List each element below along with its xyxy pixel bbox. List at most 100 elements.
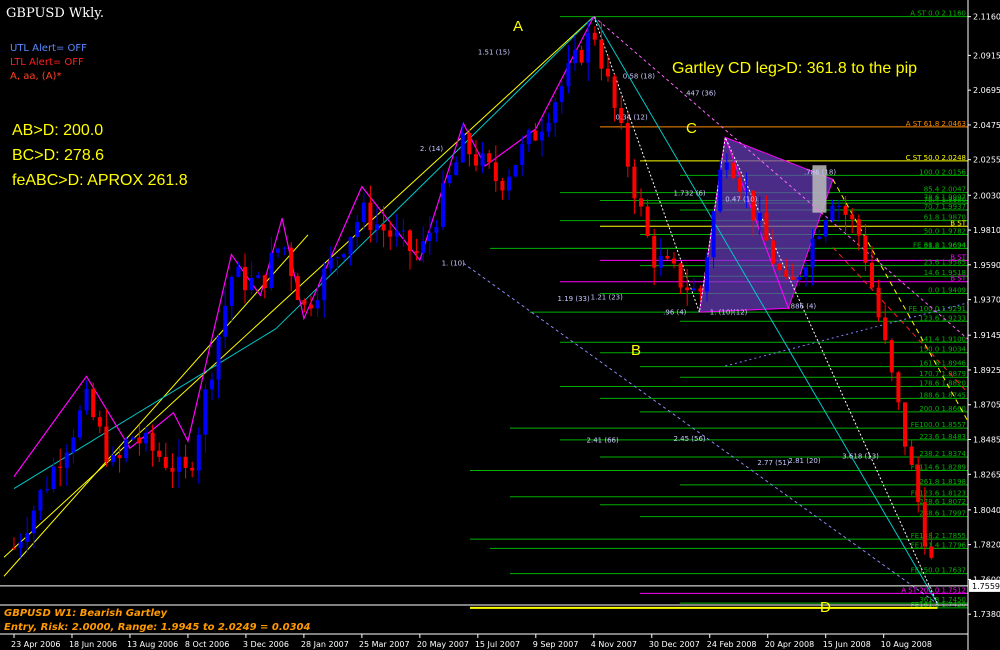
candle-body — [328, 258, 333, 269]
candle-body — [658, 255, 663, 268]
candle-body — [51, 466, 56, 490]
candle-body — [58, 466, 63, 468]
candle-body — [388, 230, 393, 237]
time-tick-label: 20 Apr 2008 — [765, 640, 814, 649]
candle-body — [355, 222, 360, 237]
fib-level-label: FE100.0 1.8557 — [911, 421, 966, 429]
chart-title: GBPUSD Wkly. — [6, 6, 104, 21]
candle-body — [295, 276, 300, 300]
candle-body — [150, 432, 155, 451]
current-price-label: 1.7559 — [972, 582, 1000, 591]
candle-body — [447, 175, 452, 184]
candle-body — [196, 434, 201, 471]
fib-level-label: FE 100.0 1.9291 — [909, 305, 966, 313]
fib-level-label: 200.0 1.8660 — [919, 405, 966, 413]
fib-level-label: A ST 0.0 2.1160 — [910, 10, 966, 18]
candle-body — [579, 49, 584, 63]
candle-body — [830, 205, 835, 221]
candle-body — [190, 467, 195, 471]
ratio-bc-d: BC>D: 278.6 — [12, 147, 104, 164]
candle-body — [421, 241, 426, 253]
candle-body — [64, 452, 69, 468]
candle-body — [639, 198, 643, 207]
channel-line — [593, 16, 938, 605]
candle-body — [672, 258, 676, 264]
ratio-annotation: 1.732 (6) — [673, 189, 705, 197]
candle-body — [817, 236, 822, 239]
candle-body — [731, 162, 736, 179]
candle-body — [652, 236, 657, 268]
price-tick-label: 1.7820 — [973, 541, 1000, 550]
footer-pattern: GBPUSD W1: Bearish Gartley — [4, 608, 168, 619]
candle-body — [896, 372, 901, 403]
candle-body — [520, 144, 525, 166]
candle-body — [309, 304, 313, 309]
ratio-annotation: 1.51 (15) — [478, 49, 510, 57]
fib-level-label: 23.6 1.9585 — [924, 259, 966, 267]
candle-body — [216, 336, 221, 380]
zigzag-line — [13, 16, 595, 478]
fib-level-label: A ST 61.8 2.0463 — [906, 120, 966, 128]
fib-level-label: FE150.0 1.7637 — [911, 567, 966, 575]
candle-body — [533, 130, 538, 141]
fib-level-label: C ST 50.0 2.0248 — [906, 154, 966, 162]
candle-body — [45, 489, 49, 491]
candle-body — [348, 236, 353, 255]
candle-body — [870, 262, 874, 288]
utl-alert: UTL Alert= OFF — [10, 43, 87, 54]
candle-body — [38, 490, 43, 511]
time-tick-label: 15 Jun 2008 — [823, 640, 871, 649]
candle-body — [97, 417, 102, 427]
fib-level-label: 170.7 1.8879 — [919, 370, 966, 378]
candle-body — [84, 388, 89, 411]
candle-body — [91, 388, 96, 418]
price-tick-label: 2.0475 — [973, 121, 1000, 130]
candle-body — [718, 169, 723, 212]
fib-level-label: B ST — [950, 275, 966, 283]
candle-body — [764, 212, 769, 241]
candle-body — [493, 162, 498, 182]
candle-body — [903, 402, 907, 447]
price-tick-label: 2.0915 — [973, 51, 1000, 60]
ratio-annotation: 2.81 (20) — [788, 457, 820, 465]
fib-level-label: FE138.2 1.7855 — [911, 532, 966, 540]
candle-body — [223, 305, 228, 337]
price-tick-label: 2.1160 — [973, 13, 1000, 22]
ratio-feabc-d: feABC>D: APROX 261.8 — [12, 172, 188, 189]
candle-body — [427, 232, 432, 242]
ratio-annotation: 1.19 (33) — [558, 295, 590, 303]
projection-line — [463, 262, 938, 605]
price-tick-label: 1.9810 — [973, 226, 1000, 235]
candle-body — [170, 467, 175, 472]
price-tick-label: 1.7380 — [973, 610, 1000, 619]
candle-body — [573, 49, 577, 64]
ratio-annotation: 0.58 (18) — [623, 72, 655, 80]
candle-body — [78, 410, 82, 438]
ratio-annotation: 3.618 (13) — [842, 452, 879, 460]
candle-body — [691, 288, 696, 291]
candle-body — [401, 230, 406, 232]
candle-body — [12, 547, 16, 549]
candle-body — [177, 456, 181, 472]
candle-body — [810, 238, 815, 268]
candle-body — [276, 248, 280, 253]
time-tick-label: 4 Nov 2007 — [591, 640, 637, 649]
time-tick-label: 30 Dec 2007 — [649, 640, 700, 649]
candle-body — [698, 288, 703, 292]
candle-body — [342, 254, 346, 258]
price-chart[interactable]: A ST 0.0 2.1160 A ST 61.8 2.0463 C ST 50.0… — [0, 0, 1000, 650]
candles — [12, 21, 934, 560]
price-tick-label: 1.9590 — [973, 261, 1000, 270]
candle-body — [408, 230, 412, 252]
candle-body — [790, 276, 795, 280]
candle-body — [31, 510, 36, 534]
ratio-annotation: 0.47 (10) — [725, 196, 757, 204]
candle-body — [513, 165, 518, 177]
candle-body — [863, 235, 868, 263]
ratio-annotation: .447 (36) — [684, 90, 716, 98]
time-tick-label: 13 Aug 2006 — [127, 640, 178, 649]
uptrend-line — [3, 234, 309, 577]
candle-body — [322, 268, 327, 301]
fib-level-label: FE141.4 1.7796 — [911, 541, 967, 549]
fib-level-label: 0.0 1.9409 — [928, 286, 966, 294]
